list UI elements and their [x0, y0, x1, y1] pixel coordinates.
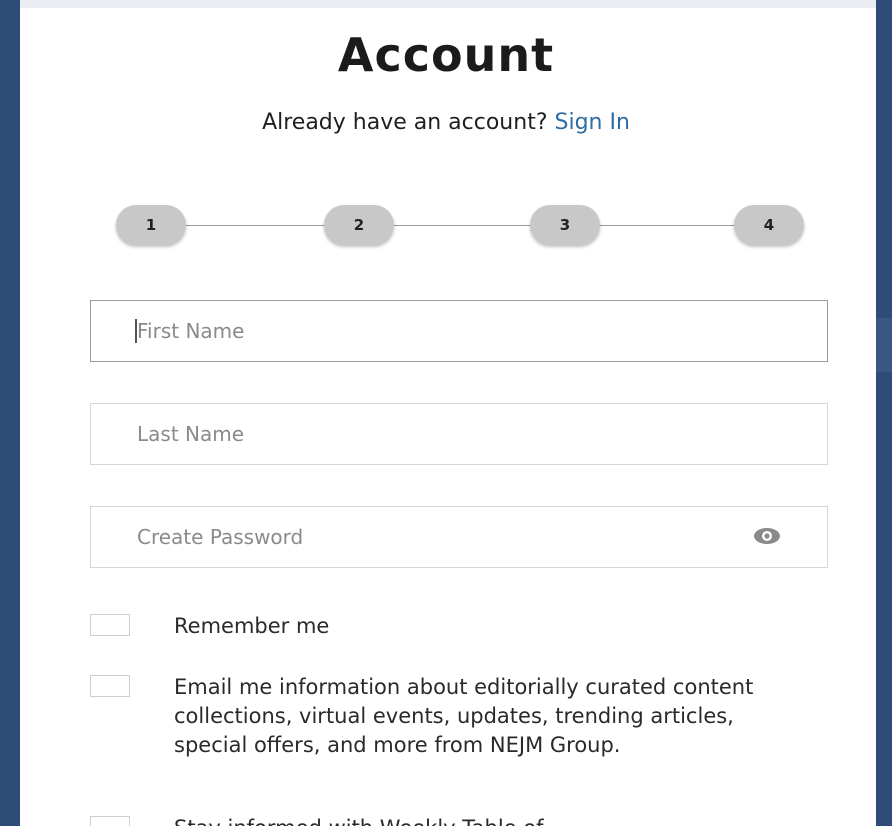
remember-me-label: Remember me	[174, 614, 330, 638]
email-opt-in-label: Email me information about editorially c…	[174, 675, 754, 757]
first-name-placeholder: First Name	[137, 319, 245, 343]
weekly-toc-row: Stay informed with Weekly Table of	[90, 814, 544, 826]
remember-me-checkbox[interactable]	[90, 614, 130, 636]
already-text: Already have an account?	[262, 110, 548, 135]
step-3: 3	[530, 205, 600, 245]
step-2: 2	[324, 205, 394, 245]
remember-me-row: Remember me	[90, 612, 329, 641]
step-4: 4	[734, 205, 804, 245]
first-name-input[interactable]: First Name	[90, 300, 828, 362]
progress-steps: 1 2 3 4	[0, 205, 892, 247]
already-have-account: Already have an account? Sign In	[0, 110, 892, 135]
right-frame-notch	[876, 318, 892, 372]
text-caret	[135, 319, 137, 343]
sign-in-link[interactable]: Sign In	[555, 110, 630, 135]
last-name-input[interactable]: Last Name	[90, 403, 828, 465]
weekly-toc-checkbox[interactable]	[90, 816, 130, 826]
password-placeholder: Create Password	[137, 525, 304, 549]
top-divider	[20, 0, 876, 8]
eye-icon[interactable]	[753, 527, 781, 545]
last-name-placeholder: Last Name	[137, 422, 245, 446]
steps-connector-line	[150, 225, 765, 226]
weekly-toc-label: Stay informed with Weekly Table of	[174, 814, 544, 826]
page-title: Account	[337, 28, 555, 82]
email-opt-in-row: Email me information about editorially c…	[90, 673, 774, 760]
create-password-input[interactable]: Create Password	[90, 506, 828, 568]
email-opt-in-checkbox[interactable]	[90, 675, 130, 697]
step-1: 1	[116, 205, 186, 245]
